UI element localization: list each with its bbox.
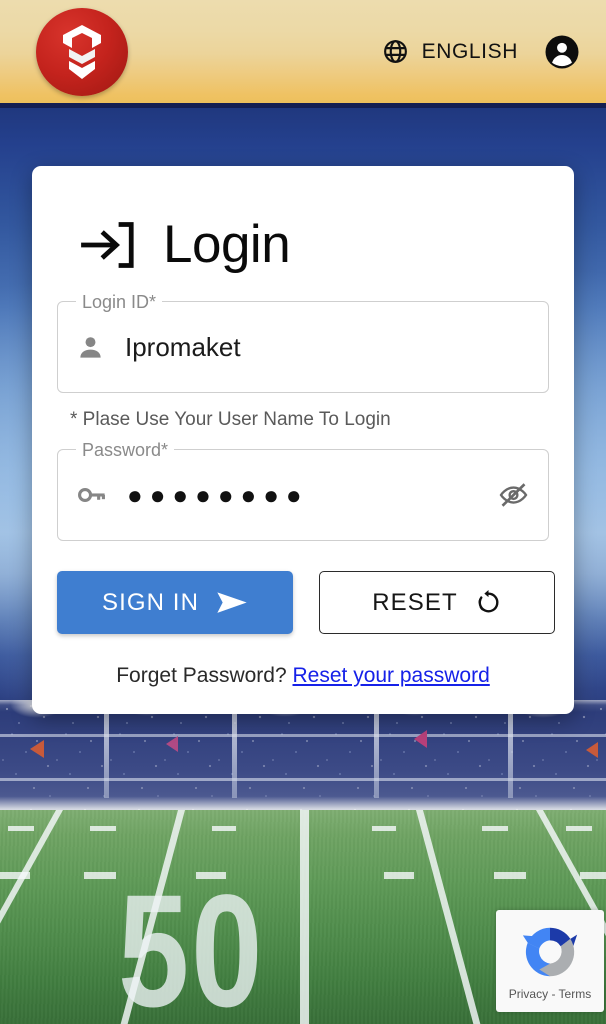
forgot-password-row: Forget Password? Reset your password xyxy=(57,664,549,688)
globe-icon xyxy=(382,38,409,65)
send-icon xyxy=(216,591,248,615)
crowd-flag xyxy=(166,736,178,752)
reset-button[interactable]: RESET xyxy=(319,571,555,634)
crowd-flag xyxy=(30,740,44,758)
brand-logo[interactable] xyxy=(36,8,128,96)
stadium-stands xyxy=(0,700,606,812)
top-header: ENGLISH xyxy=(0,0,606,103)
action-buttons: SIGN IN RESET xyxy=(57,571,555,634)
crowd-flag xyxy=(586,742,598,758)
reset-label: RESET xyxy=(372,588,458,616)
restore-rotate-icon xyxy=(475,589,502,616)
page-title: Login xyxy=(163,215,291,274)
login-card: Login Login ID* * Plase Use Your User Na… xyxy=(32,166,574,714)
account-circle-icon[interactable] xyxy=(544,34,580,70)
header-actions: ENGLISH xyxy=(382,0,580,103)
eye-off-icon[interactable] xyxy=(487,480,530,510)
language-switcher[interactable]: ENGLISH xyxy=(382,38,518,65)
login-arrow-icon xyxy=(80,220,137,270)
header-divider xyxy=(0,103,606,108)
password-value: ●●●●●●●● xyxy=(127,479,309,510)
login-id-hint: * Plase Use Your User Name To Login xyxy=(70,409,391,430)
sign-in-label: SIGN IN xyxy=(101,588,200,616)
password-label: Password* xyxy=(76,440,175,460)
person-icon xyxy=(76,333,105,362)
recaptcha-badge[interactable]: Privacy - Terms xyxy=(496,910,604,1012)
language-label: ENGLISH xyxy=(421,39,518,63)
yard-number: 50 xyxy=(118,862,265,1024)
login-screen: 50 ENGLISH Login Login ID* Ipromaket * P… xyxy=(0,0,606,1024)
password-field[interactable]: Password* ●●●●●●●● xyxy=(57,440,549,541)
login-id-field[interactable]: Login ID* xyxy=(57,292,549,393)
forgot-password-text: Forget Password? xyxy=(116,664,287,687)
sign-in-button[interactable]: SIGN IN xyxy=(57,571,293,634)
login-id-label: Login ID* xyxy=(76,292,163,312)
recaptcha-logo-icon xyxy=(519,921,581,983)
login-id-input[interactable] xyxy=(125,331,530,363)
card-header: Login xyxy=(80,218,549,271)
reset-password-link[interactable]: Reset your password xyxy=(293,664,490,687)
crowd-flag xyxy=(414,730,427,748)
recaptcha-privacy-terms: Privacy - Terms xyxy=(508,987,592,1001)
key-icon xyxy=(76,481,107,509)
